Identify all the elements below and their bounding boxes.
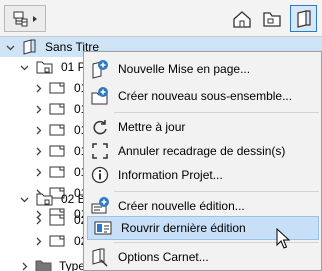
hierarchy-dropdown-button[interactable]: [4, 5, 46, 32]
layout-icon: [48, 81, 68, 95]
new-issue-icon: [88, 196, 112, 216]
reopen-issue-icon: [91, 218, 115, 238]
chevron-right-icon[interactable]: [33, 167, 43, 177]
view-map-button[interactable]: [258, 5, 285, 32]
chevron-right-icon[interactable]: [33, 146, 43, 156]
menu-item-label: Nouvelle Mise en page...: [118, 62, 251, 76]
layout-icon: [48, 144, 68, 158]
layout-book-icon: [21, 39, 39, 55]
menu-item-update[interactable]: Mettre à jour: [85, 115, 321, 139]
layout-book-button[interactable]: [290, 5, 317, 32]
layout-book-icon: [296, 9, 311, 28]
chevron-right-icon[interactable]: [33, 125, 43, 135]
view-map-icon: [262, 11, 281, 27]
project-map-button[interactable]: [228, 5, 255, 32]
chevron-right-icon[interactable]: [33, 236, 43, 246]
menu-item-label: Annuler recadrage de dessin(s): [118, 144, 286, 158]
mouse-pointer-icon: [276, 228, 290, 249]
chevron-right-icon[interactable]: [19, 261, 29, 271]
menu-item-label: Rouvrir dernière édition: [121, 221, 246, 235]
new-layout-icon: [88, 59, 112, 79]
folder-icon: [35, 259, 53, 271]
menu-item-label: Créer nouveau sous-ensemble...: [118, 89, 293, 103]
chevron-down-icon[interactable]: [5, 42, 15, 52]
refresh-icon: [88, 117, 112, 137]
layout-icon: [48, 213, 68, 227]
layout-icon: [48, 123, 68, 137]
subset-icon: [35, 59, 55, 75]
project-map-icon: [232, 10, 251, 28]
menu-item-label: Options Carnet...: [118, 250, 209, 264]
menu-item-label: Mettre à jour: [118, 120, 186, 134]
menu-item-new-subset[interactable]: Créer nouveau sous-ensemble...: [85, 84, 321, 108]
navigator-toolbar: [0, 0, 322, 37]
hierarchy-dropdown-icon: [13, 11, 37, 26]
layout-icon: [48, 165, 68, 179]
menu-item-label: Créer nouvelle édition...: [118, 199, 245, 213]
tree-folder-label: Type: [59, 259, 86, 271]
info-icon: [88, 165, 112, 185]
layout-icon: [48, 234, 68, 248]
chevron-right-icon[interactable]: [33, 215, 43, 225]
chevron-down-icon[interactable]: [19, 62, 29, 72]
menu-item-label: Information Projet...: [118, 168, 223, 182]
menu-item-new-issue[interactable]: Créer nouvelle édition...: [85, 194, 321, 218]
chevron-down-icon[interactable]: [19, 194, 29, 204]
menu-separator: [114, 112, 319, 113]
chevron-right-icon[interactable]: [33, 104, 43, 114]
crop-icon: [88, 141, 112, 161]
new-subset-icon: [88, 86, 112, 106]
menu-separator: [114, 191, 319, 192]
menu-item-undo-crop[interactable]: Annuler recadrage de dessin(s): [85, 139, 321, 163]
layout-icon: [48, 102, 68, 116]
subset-icon: [35, 191, 55, 207]
chevron-right-icon[interactable]: [33, 83, 43, 93]
menu-item-project-info[interactable]: Information Projet...: [85, 163, 321, 187]
menu-item-new-layout[interactable]: Nouvelle Mise en page...: [85, 57, 321, 81]
book-options-icon: [88, 247, 112, 267]
